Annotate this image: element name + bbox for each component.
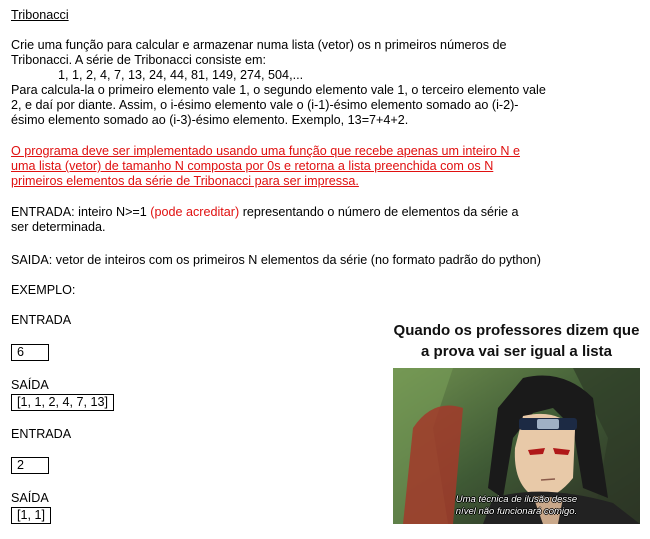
intro-line-5: ésimo elemento somado ao (i-3)-ésimo ele… — [11, 113, 409, 127]
example-1-saida-label: SAÍDA — [11, 378, 49, 392]
requirement-line-3: primeiros elementos da série de Tribonac… — [11, 174, 359, 188]
entrada-label: ENTRADA: inteiro N>=1 — [11, 205, 147, 219]
meme-subtitle-line-2: nível não funcionará comigo. — [455, 506, 578, 517]
tribonacci-series: 1, 1, 2, 4, 7, 13, 24, 44, 81, 149, 274,… — [58, 68, 304, 82]
entrada-description-line-2: ser determinada. — [11, 220, 106, 234]
meme-subtitle-line-1: Uma técnica de ilusão desse — [455, 494, 578, 505]
example-2-entrada-label: ENTRADA — [11, 427, 72, 441]
meme-subtitle: Uma técnica de ilusão desse nível não fu… — [393, 494, 640, 518]
entrada-description: ENTRADA: inteiro N>=1 (pode acreditar) r… — [11, 205, 519, 220]
saida-description: SAIDA: vetor de inteiros com os primeiro… — [11, 253, 541, 267]
requirement-line-2: uma lista (vetor) de tamanho N composta … — [11, 159, 494, 173]
entrada-rest: representando o número de elementos da s… — [242, 205, 519, 219]
example-1-output-box: [1, 1, 2, 4, 7, 13] — [11, 394, 115, 411]
intro-line-2: Tribonacci. A série de Tribonacci consis… — [11, 53, 267, 67]
example-2-saida-label: SAÍDA — [11, 491, 49, 505]
example-1-entrada-label: ENTRADA — [11, 313, 72, 327]
meme-image: Quando os professores dizem que a prova … — [393, 316, 640, 524]
exemplo-label: EXEMPLO: — [11, 283, 76, 297]
intro-line-3: Para calcula-la o primeiro elemento vale… — [11, 83, 546, 97]
page-title: Tribonacci — [11, 8, 69, 22]
meme-caption: Quando os professores dizem que a prova … — [393, 322, 640, 360]
intro-line-1: Crie uma função para calcular e armazena… — [11, 38, 507, 52]
requirement-line-1: O programa deve ser implementado usando … — [11, 144, 520, 158]
example-2-input-box: 2 — [11, 457, 49, 474]
example-1-input-box: 6 — [11, 344, 49, 361]
entrada-red-note: (pode acreditar) — [150, 205, 240, 219]
intro-line-4: 2, e daí por diante. Assim, o i-ésimo el… — [11, 98, 519, 112]
example-2-output-box: [1, 1] — [11, 507, 52, 524]
